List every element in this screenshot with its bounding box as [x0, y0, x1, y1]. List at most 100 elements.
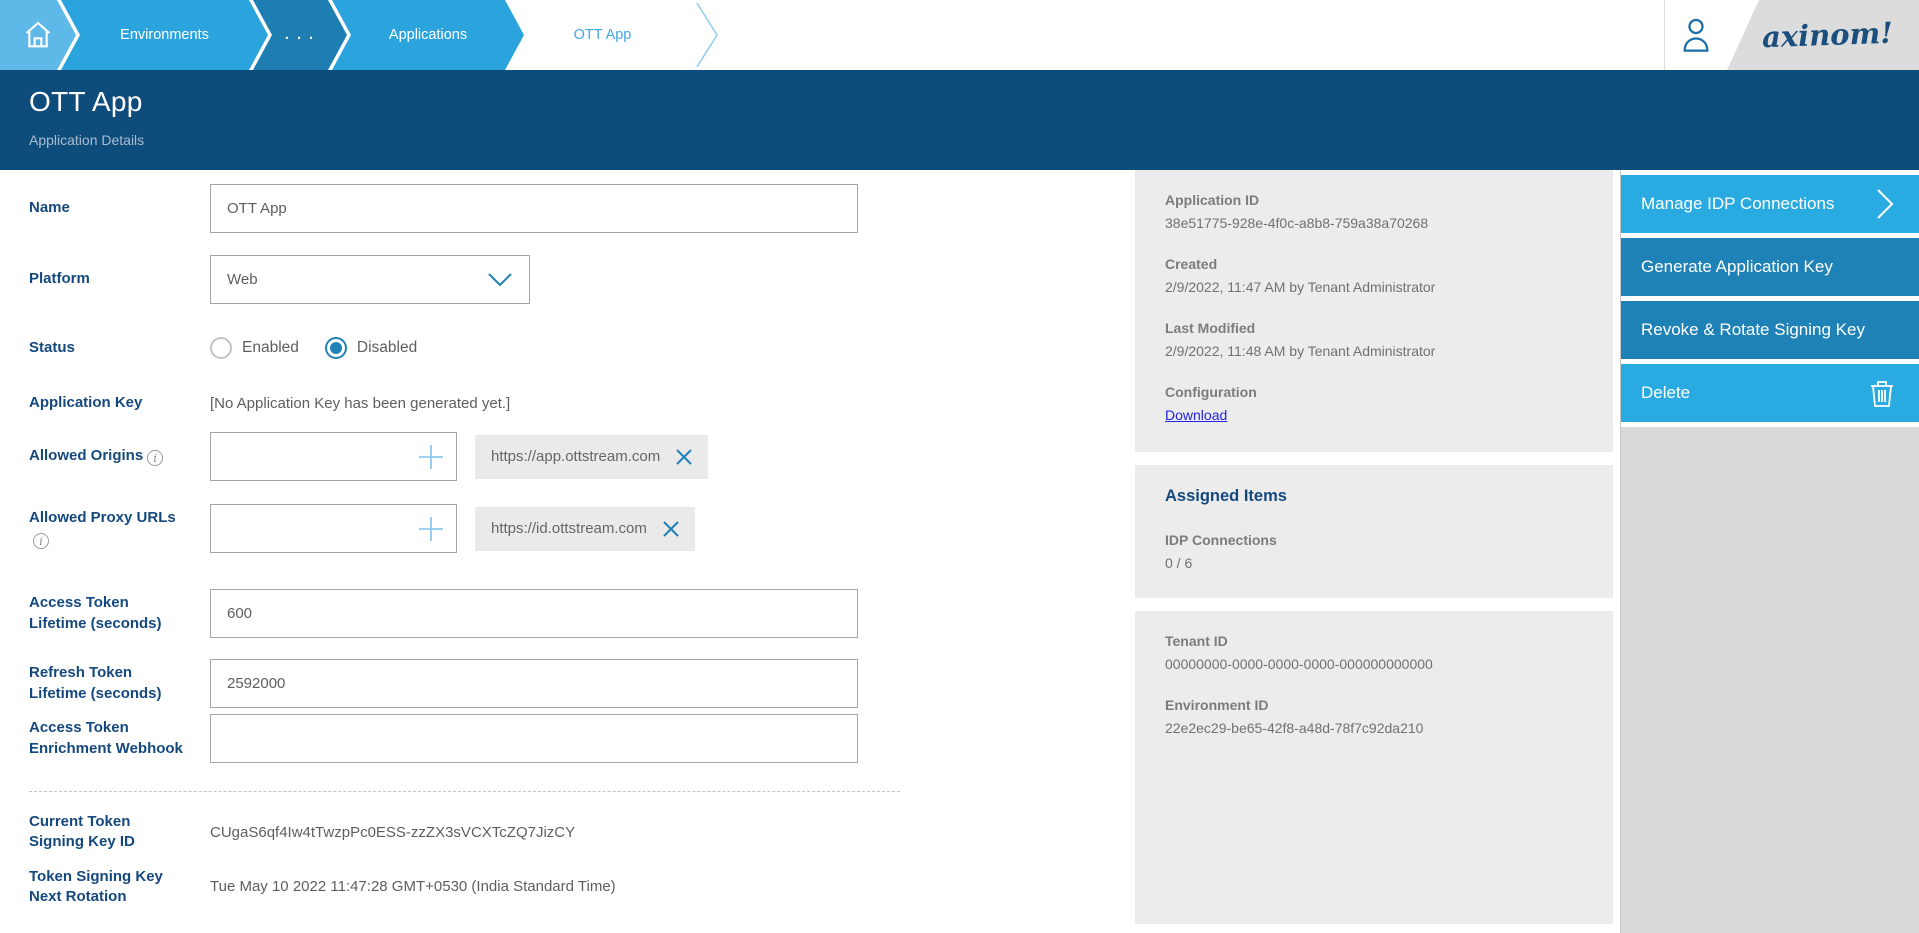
current-signing-key-label: Current Token Signing Key ID: [29, 812, 210, 853]
name-input[interactable]: [210, 184, 858, 233]
allowed-proxy-urls-input[interactable]: [211, 505, 416, 552]
environment-id-group: Environment ID 22e2ec29-be65-42f8-a48d-7…: [1165, 697, 1593, 736]
breadcrumb-applications[interactable]: Applications: [332, 0, 524, 70]
assigned-items-title: Assigned Items: [1165, 487, 1593, 506]
application-key-label: Application Key: [29, 393, 210, 413]
user-icon: [1679, 15, 1713, 55]
origin-chip: https://app.ottstream.com: [475, 435, 708, 479]
access-token-lifetime-row: Access Token Lifetime (seconds): [29, 589, 1135, 638]
tenant-section: Tenant ID 00000000-0000-0000-0000-000000…: [1135, 611, 1613, 924]
configuration-group: Configuration Download: [1165, 384, 1593, 425]
info-icon[interactable]: i: [147, 450, 163, 466]
remove-origin-button[interactable]: [676, 449, 692, 465]
environment-id-label: Environment ID: [1165, 697, 1593, 713]
action-label: Generate Application Key: [1641, 257, 1833, 277]
breadcrumb-environments[interactable]: Environments: [61, 0, 268, 70]
add-origin-button[interactable]: [416, 442, 446, 472]
close-icon: [663, 521, 679, 537]
radio-label: Enabled: [242, 339, 299, 357]
allowed-origins-label-text: Allowed Origins: [29, 447, 143, 464]
origin-chip-text: https://app.ottstream.com: [491, 448, 660, 465]
page-title: OTT App: [29, 86, 1919, 118]
proxy-url-chip: https://id.ottstream.com: [475, 507, 695, 551]
breadcrumb-ott-app-current: OTT App: [509, 0, 696, 70]
breadcrumb-label: Environments: [120, 27, 209, 43]
tenant-id-value: 00000000-0000-0000-0000-000000000000: [1165, 656, 1593, 672]
user-account-button[interactable]: [1665, 0, 1727, 70]
application-meta-section: Application ID 38e51775-928e-4f0c-a8b8-7…: [1135, 170, 1613, 452]
current-signing-key-value: CUgaS6qf4Iw4tTwzpPc0ESS-zzZX3sVCXTcZQ7Ji…: [210, 824, 575, 841]
proxy-url-chip-text: https://id.ottstream.com: [491, 520, 647, 537]
allowed-proxy-urls-row: Allowed Proxy URLs i https://id.ottstream…: [29, 504, 1135, 553]
assigned-items-section: Assigned Items IDP Connections 0 / 6: [1135, 465, 1613, 598]
download-configuration-link[interactable]: Download: [1165, 407, 1227, 423]
refresh-token-lifetime-input[interactable]: [210, 659, 858, 708]
radio-circle-icon: [325, 337, 347, 359]
page-subtitle: Application Details: [29, 132, 1919, 148]
breadcrumb-label: . . .: [285, 27, 315, 43]
trash-icon: [1869, 378, 1895, 408]
actions-panel: Manage IDP Connections Generate Applicat…: [1620, 170, 1919, 933]
application-key-row: Application Key [No Application Key has …: [29, 386, 1135, 420]
created-value: 2/9/2022, 11:47 AM by Tenant Administrat…: [1165, 279, 1593, 295]
status-row: Status Enabled Disabled: [29, 326, 1135, 370]
allowed-origins-add-field: [210, 432, 457, 481]
breadcrumb-end-chevron-icon: [694, 0, 720, 70]
current-signing-key-row: Current Token Signing Key ID CUgaS6qf4Iw…: [29, 812, 1135, 853]
axinom-logo: axinom!: [1761, 16, 1893, 55]
webhook-label: Access Token Enrichment Webhook: [29, 718, 210, 759]
breadcrumb-label: Applications: [389, 27, 467, 43]
platform-select[interactable]: Web: [210, 255, 530, 304]
name-row: Name: [29, 184, 1135, 233]
brand-area: axinom!: [1727, 0, 1919, 70]
content-area: Name Platform Web Status Enabled: [0, 170, 1919, 933]
status-label: Status: [29, 338, 210, 358]
add-proxy-url-button[interactable]: [416, 514, 446, 544]
home-icon: [22, 19, 54, 51]
manage-idp-connections-button[interactable]: Manage IDP Connections: [1621, 175, 1919, 238]
info-icon[interactable]: i: [33, 533, 49, 549]
platform-selected-value: Web: [227, 271, 258, 288]
action-label: Manage IDP Connections: [1641, 194, 1834, 214]
application-key-value: [No Application Key has been generated y…: [210, 395, 510, 412]
breadcrumb-home[interactable]: [0, 0, 76, 70]
idp-connections-group: IDP Connections 0 / 6: [1165, 532, 1593, 571]
action-label: Revoke & Rotate Signing Key: [1641, 320, 1865, 340]
next-rotation-row: Token Signing Key Next Rotation Tue May …: [29, 867, 1135, 908]
next-rotation-value: Tue May 10 2022 11:47:28 GMT+0530 (India…: [210, 878, 616, 895]
chevron-right-icon: [1875, 187, 1895, 221]
delete-button[interactable]: Delete: [1621, 364, 1919, 427]
name-label: Name: [29, 198, 210, 218]
allowed-origins-input[interactable]: [211, 433, 416, 480]
tenant-id-label: Tenant ID: [1165, 633, 1593, 649]
created-label: Created: [1165, 256, 1593, 272]
access-token-lifetime-label: Access Token Lifetime (seconds): [29, 593, 210, 634]
radio-circle-icon: [210, 337, 232, 359]
revoke-rotate-signing-key-button[interactable]: Revoke & Rotate Signing Key: [1621, 301, 1919, 364]
platform-label: Platform: [29, 269, 210, 289]
breadcrumb-label: OTT App: [574, 27, 632, 43]
application-id-group: Application ID 38e51775-928e-4f0c-a8b8-7…: [1165, 192, 1593, 231]
refresh-token-lifetime-label: Refresh Token Lifetime (seconds): [29, 663, 210, 704]
status-radio-enabled[interactable]: Enabled: [210, 337, 299, 359]
webhook-input[interactable]: [210, 714, 858, 763]
platform-row: Platform Web: [29, 255, 1135, 304]
access-token-lifetime-input[interactable]: [210, 589, 858, 638]
allowed-origins-row: Allowed Originsi https://app.ottstream.c…: [29, 432, 1135, 481]
allowed-origins-label: Allowed Originsi: [29, 446, 210, 466]
allowed-proxy-urls-label-text: Allowed Proxy URLs: [29, 509, 176, 526]
generate-application-key-button[interactable]: Generate Application Key: [1621, 238, 1919, 301]
breadcrumb: Environments . . . Applications OTT App: [0, 0, 720, 70]
status-radio-disabled[interactable]: Disabled: [325, 337, 417, 359]
refresh-token-lifetime-row: Refresh Token Lifetime (seconds): [29, 659, 1135, 708]
remove-proxy-url-button[interactable]: [663, 521, 679, 537]
application-id-value: 38e51775-928e-4f0c-a8b8-759a38a70268: [1165, 215, 1593, 231]
chevron-down-icon: [487, 272, 513, 288]
application-form: Name Platform Web Status Enabled: [0, 170, 1135, 933]
allowed-proxy-urls-label: Allowed Proxy URLs i: [29, 508, 210, 549]
radio-label: Disabled: [357, 339, 417, 357]
application-details-page: Environments . . . Applications OTT App: [0, 0, 1919, 933]
idp-connections-count: 0 / 6: [1165, 555, 1593, 571]
next-rotation-label: Token Signing Key Next Rotation: [29, 867, 210, 908]
topbar-right: axinom!: [1664, 0, 1919, 70]
